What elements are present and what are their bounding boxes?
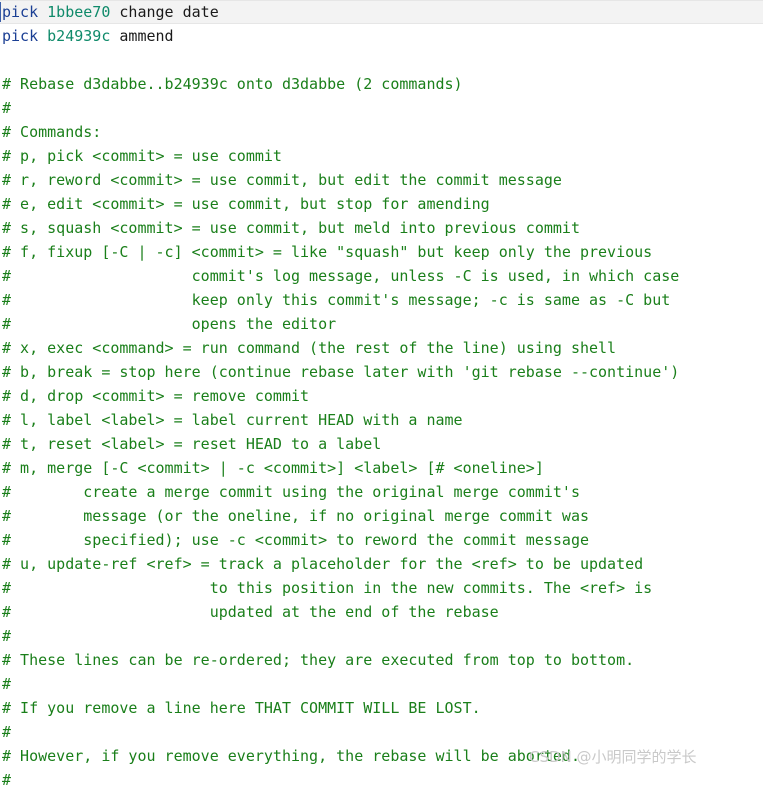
todo-commit-subject: ammend — [119, 27, 174, 45]
rebase-todo-editor[interactable]: pick 1bbee70 change date pick b24939c amm… — [0, 0, 763, 789]
comment-line: # commit's log message, unless -C is use… — [0, 264, 763, 288]
comment-text: # Rebase d3dabbe..b24939c onto d3dabbe (… — [2, 75, 463, 93]
comment-line: # message (or the oneline, if no origina… — [0, 504, 763, 528]
comment-text: # p, pick <commit> = use commit — [2, 147, 282, 165]
comment-text: # updated at the end of the rebase — [2, 603, 499, 621]
todo-commit-list[interactable]: pick 1bbee70 change date pick b24939c amm… — [0, 0, 763, 48]
comment-text: # l, label <label> = label current HEAD … — [2, 411, 463, 429]
comment-line: # specified); use -c <commit> to reword … — [0, 528, 763, 552]
todo-line[interactable]: pick 1bbee70 change date — [0, 0, 763, 24]
comment-text: # — [2, 675, 12, 693]
comment-text: # However, if you remove everything, the… — [2, 747, 580, 765]
comment-text: # These lines can be re-ordered; they ar… — [2, 651, 635, 669]
rebase-instructions-comments: # Rebase d3dabbe..b24939c onto d3dabbe (… — [0, 48, 763, 792]
comment-text: # If you remove a line here THAT COMMIT … — [2, 699, 481, 717]
comment-text: # u, update-ref <ref> = track a placehol… — [2, 555, 644, 573]
comment-line: # — [0, 624, 763, 648]
comment-text: # specified); use -c <commit> to reword … — [2, 531, 589, 549]
comment-line: # x, exec <command> = run command (the r… — [0, 336, 763, 360]
comment-text: # Commands: — [2, 123, 102, 141]
comment-text: # — [2, 627, 12, 645]
comment-line: # b, break = stop here (continue rebase … — [0, 360, 763, 384]
comment-text: # d, drop <commit> = remove commit — [2, 387, 310, 405]
comment-text: # e, edit <commit> = use commit, but sto… — [2, 195, 490, 213]
comment-line: # If you remove a line here THAT COMMIT … — [0, 696, 763, 720]
comment-text: # s, squash <commit> = use commit, but m… — [2, 219, 580, 237]
comment-line: # — [0, 768, 763, 792]
comment-line: # r, reword <commit> = use commit, but e… — [0, 168, 763, 192]
comment-line: # However, if you remove everything, the… — [0, 744, 763, 768]
comment-line: # e, edit <commit> = use commit, but sto… — [0, 192, 763, 216]
comment-text: # create a merge commit using the origin… — [2, 483, 580, 501]
comment-line: # These lines can be re-ordered; they ar… — [0, 648, 763, 672]
comment-text: # to this position in the new commits. T… — [2, 579, 653, 597]
comment-text: # message (or the oneline, if no origina… — [2, 507, 589, 525]
comment-text: # m, merge [-C <commit> | -c <commit>] <… — [2, 459, 544, 477]
comment-line: # Rebase d3dabbe..b24939c onto d3dabbe (… — [0, 72, 763, 96]
comment-line: # updated at the end of the rebase — [0, 600, 763, 624]
comment-line: # m, merge [-C <commit> | -c <commit>] <… — [0, 456, 763, 480]
comment-line: # Commands: — [0, 120, 763, 144]
todo-commit-hash: b24939c — [47, 27, 111, 45]
comment-line: # d, drop <commit> = remove commit — [0, 384, 763, 408]
comment-text: # b, break = stop here (continue rebase … — [2, 363, 680, 381]
comment-text: # t, reset <label> = reset HEAD to a lab… — [2, 435, 382, 453]
comment-line: # opens the editor — [0, 312, 763, 336]
todo-action-keyword: pick — [2, 27, 39, 45]
comment-text: # — [2, 723, 12, 741]
comment-text: # — [2, 771, 12, 789]
comment-line: # f, fixup [-C | -c] <commit> = like "sq… — [0, 240, 763, 264]
todo-commit-hash: 1bbee70 — [47, 3, 111, 21]
comment-line: # create a merge commit using the origin… — [0, 480, 763, 504]
comment-text: # commit's log message, unless -C is use… — [2, 267, 680, 285]
todo-line[interactable]: pick b24939c ammend — [0, 24, 763, 48]
comment-line: # — [0, 720, 763, 744]
comment-line: # l, label <label> = label current HEAD … — [0, 408, 763, 432]
comment-text: # f, fixup [-C | -c] <commit> = like "sq… — [2, 243, 653, 261]
comment-line: # to this position in the new commits. T… — [0, 576, 763, 600]
comment-line: # — [0, 96, 763, 120]
comment-line: # s, squash <commit> = use commit, but m… — [0, 216, 763, 240]
todo-action-keyword: pick — [2, 3, 39, 21]
comment-line: # u, update-ref <ref> = track a placehol… — [0, 552, 763, 576]
comment-line: # — [0, 672, 763, 696]
todo-commit-subject: change date — [119, 3, 219, 21]
comment-text: # opens the editor — [2, 315, 337, 333]
comment-line: # keep only this commit's message; -c is… — [0, 288, 763, 312]
comment-line: # p, pick <commit> = use commit — [0, 144, 763, 168]
comment-line: # t, reset <label> = reset HEAD to a lab… — [0, 432, 763, 456]
comment-text: # keep only this commit's message; -c is… — [2, 291, 671, 309]
comment-text: # r, reword <commit> = use commit, but e… — [2, 171, 562, 189]
comment-text: # — [2, 99, 12, 117]
comment-text: # x, exec <command> = run command (the r… — [2, 339, 617, 357]
